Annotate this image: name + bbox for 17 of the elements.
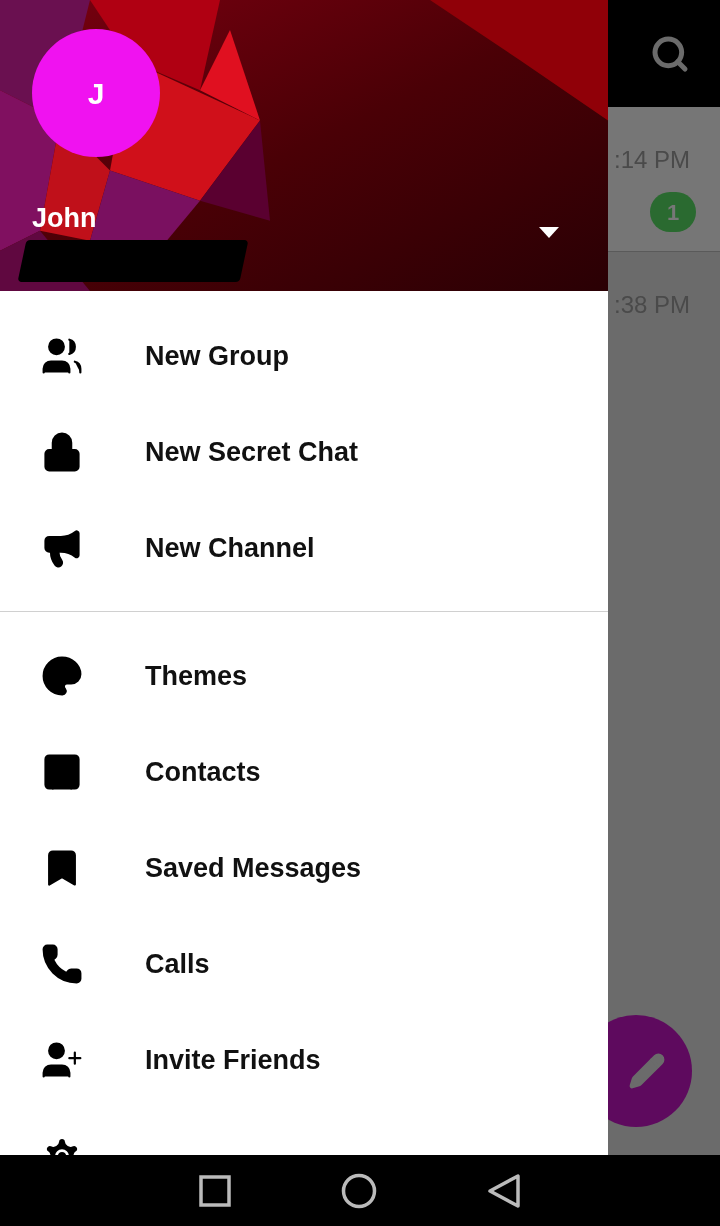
palette-icon — [40, 654, 84, 698]
menu-item[interactable]: New Group — [0, 308, 608, 404]
home-icon[interactable] — [341, 1172, 377, 1209]
unread-count: 1 — [650, 192, 696, 232]
menu-item[interactable]: New Secret Chat — [0, 404, 608, 500]
account-name: John — [32, 202, 97, 235]
pencil-icon — [628, 1052, 666, 1090]
menu-item[interactable]: Contacts — [0, 724, 608, 820]
menu-item[interactable]: New Channel — [0, 500, 608, 596]
menu-item[interactable]: Saved Messages — [0, 820, 608, 916]
menu-item[interactable]: Invite Friends — [0, 1012, 608, 1108]
back-icon[interactable] — [487, 1172, 521, 1209]
menu-item[interactable]: Themes — [0, 628, 608, 724]
phone-icon — [40, 942, 84, 986]
caret-icon[interactable] — [539, 227, 559, 238]
recents-icon[interactable] — [199, 1174, 231, 1207]
menu-item[interactable]: Calls — [0, 916, 608, 1012]
